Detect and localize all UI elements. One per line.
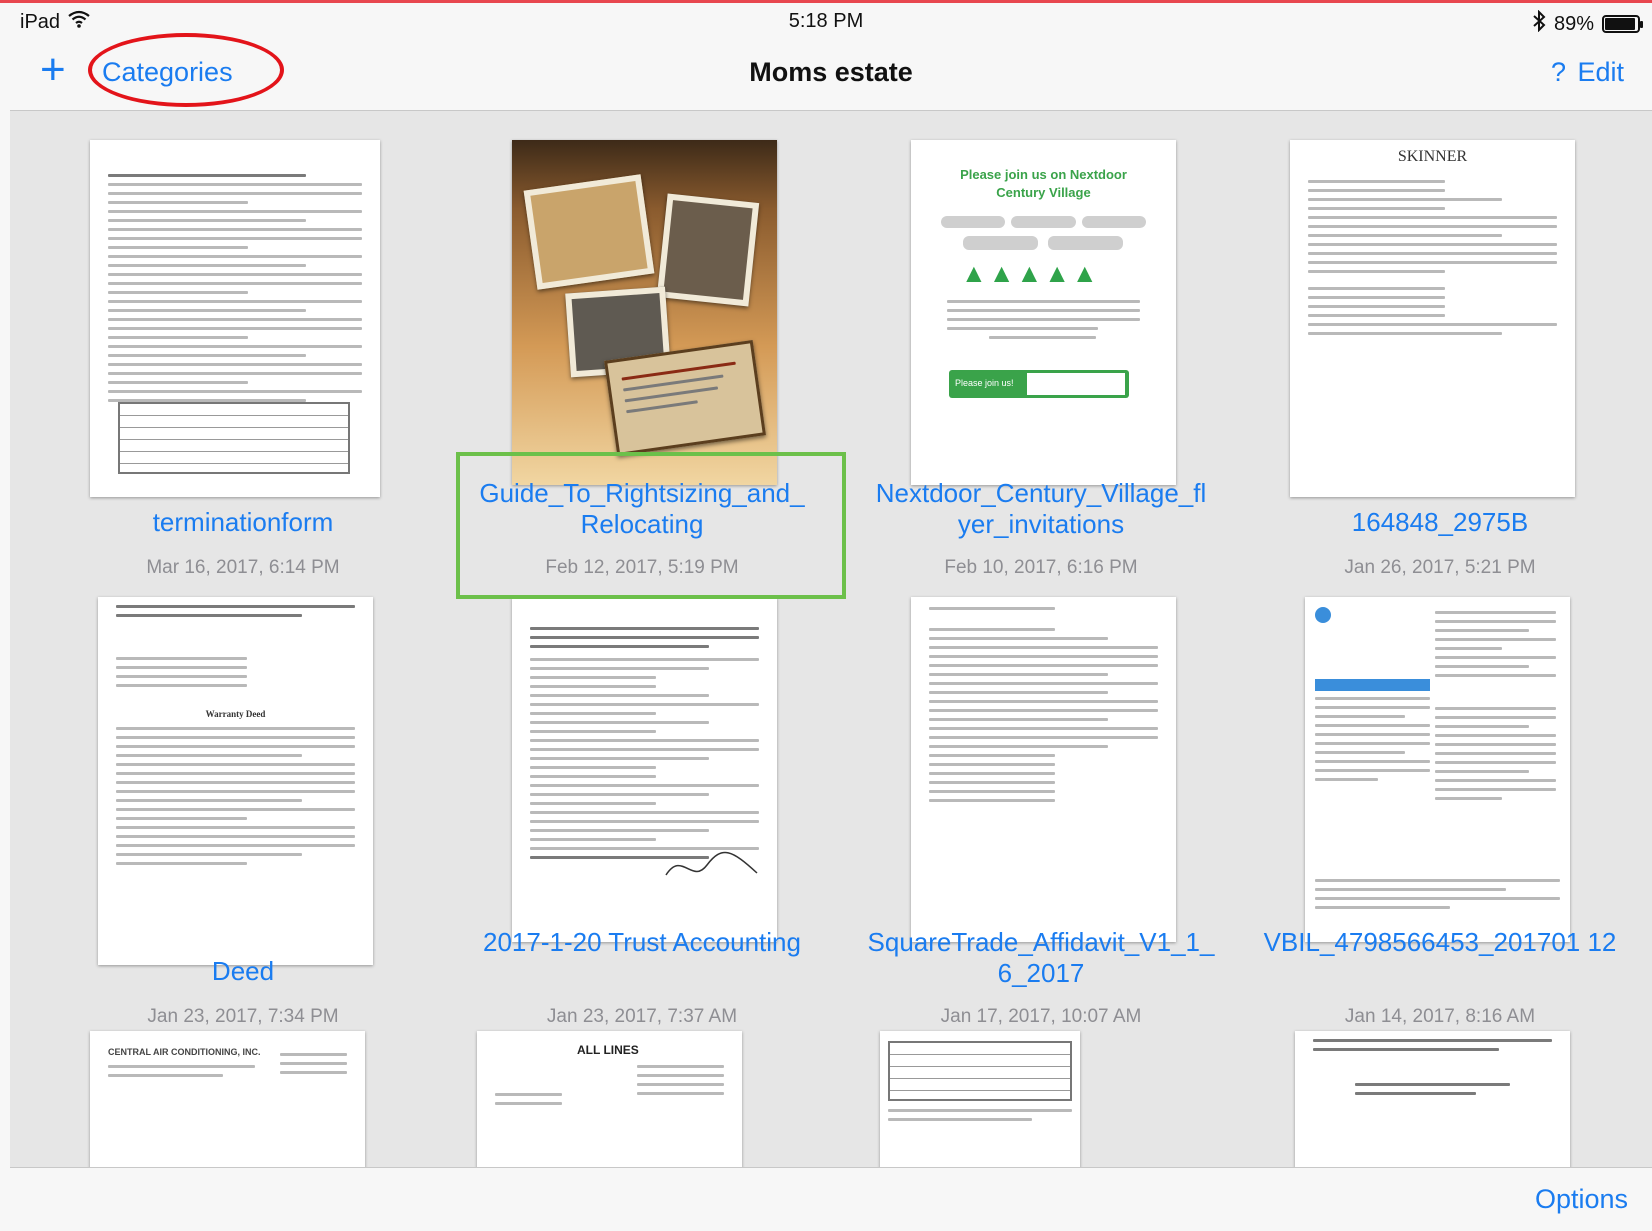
document-thumbnail[interactable]: Warranty Deed: [98, 597, 373, 965]
document-date: Jan 17, 2017, 10:07 AM: [940, 1006, 1142, 1027]
document-title[interactable]: 164848_2975B: [1240, 507, 1640, 538]
photo-frame: [523, 174, 655, 290]
flyer-subheading: Century Village: [996, 185, 1091, 200]
edit-button[interactable]: Edit: [1577, 57, 1624, 88]
document-thumbnail[interactable]: [1295, 1031, 1570, 1167]
status-right: 89%: [1532, 9, 1643, 38]
document-title[interactable]: SquareTrade_Affidavit_V1_1_ 6_2017: [841, 927, 1241, 989]
categories-button[interactable]: Categories: [102, 57, 233, 88]
documents-grid: terminationform Mar 16, 2017, 6:14 PM Gu…: [10, 111, 1652, 1167]
document-date: Jan 23, 2017, 7:34 PM: [147, 1006, 339, 1027]
signature-graphic: [665, 851, 758, 876]
document-date: Jan 26, 2017, 5:21 PM: [1344, 557, 1536, 578]
ipad-screen: iPad 5:18 PM 89% + Categories Moms estat…: [0, 0, 1652, 1231]
annotation-green-box: [456, 452, 846, 599]
houses-graphic: ▲▲▲▲▲: [961, 258, 1100, 288]
document-thumbnail[interactable]: [512, 140, 777, 485]
battery-icon: [1602, 15, 1643, 33]
help-button[interactable]: ?: [1551, 57, 1566, 88]
join-banner: Please join us!: [949, 370, 1129, 398]
document-title[interactable]: Deed: [43, 956, 443, 987]
flyer-heading: Please join us on Nextdoor: [960, 167, 1127, 182]
document-thumbnail[interactable]: [90, 140, 380, 497]
battery-percent: 89%: [1553, 12, 1594, 35]
deed-heading: Warranty Deed: [205, 709, 266, 719]
document-title[interactable]: VBIL_4798566453_201701 12: [1240, 927, 1640, 958]
skinner-header: SKINNER: [1397, 148, 1468, 165]
document-thumbnail[interactable]: CENTRAL AIR CONDITIONING, INC.: [90, 1031, 365, 1167]
document-thumbnail[interactable]: [911, 597, 1176, 942]
document-thumbnail[interactable]: SKINNER: [1290, 140, 1575, 497]
bottom-toolbar: Options: [10, 1167, 1652, 1231]
document-title[interactable]: Nextdoor_Century_Village_fl yer_invitati…: [841, 478, 1241, 540]
highlight-band: [1315, 679, 1430, 691]
battery-fill: [1605, 18, 1636, 30]
document-title[interactable]: terminationform: [43, 507, 443, 538]
status-time: 5:18 PM: [788, 10, 864, 32]
document-date: Feb 10, 2017, 6:16 PM: [944, 557, 1138, 578]
document-date: Mar 16, 2017, 6:14 PM: [146, 557, 340, 578]
add-button[interactable]: +: [40, 45, 66, 95]
central-air-header: CENTRAL AIR CONDITIONING, INC.: [108, 1047, 261, 1057]
document-date: Jan 14, 2017, 8:16 AM: [1344, 1006, 1536, 1027]
options-button[interactable]: Options: [1535, 1184, 1628, 1215]
join-text: Please join us!: [955, 378, 1014, 388]
document-thumbnail[interactable]: [512, 597, 777, 942]
document-title[interactable]: 2017-1-20 Trust Accounting: [442, 927, 842, 958]
document-date: Jan 23, 2017, 7:37 AM: [546, 1006, 738, 1027]
navigation-bar: + Categories Moms estate ? Edit: [10, 33, 1652, 111]
document-thumbnail[interactable]: Please join us on Nextdoor Century Villa…: [911, 140, 1176, 485]
status-bar: iPad 5:18 PM 89%: [0, 3, 1652, 39]
caption-card: [604, 340, 766, 456]
document-thumbnail[interactable]: [880, 1031, 1080, 1167]
document-thumbnail[interactable]: [1305, 597, 1570, 942]
all-lines-logo: ALL LINES: [577, 1043, 639, 1057]
photo-frame: [656, 193, 760, 307]
company-logo: [1315, 607, 1331, 623]
document-thumbnail[interactable]: ALL LINES: [477, 1031, 742, 1167]
bluetooth-icon: [1532, 9, 1546, 38]
